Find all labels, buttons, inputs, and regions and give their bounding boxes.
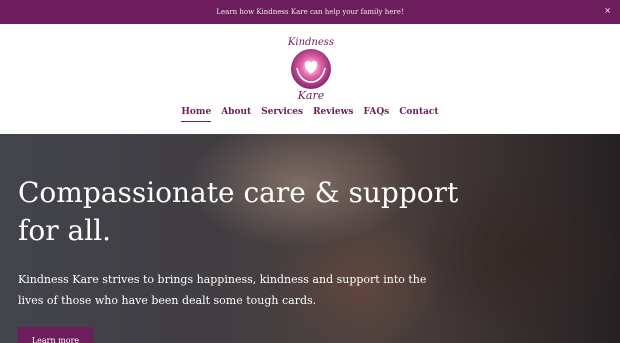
announcement-text[interactable]: Learn how Kindness Kare can help your fa… — [216, 8, 403, 16]
main-nav: Home About Services Reviews FAQs Contact — [0, 107, 620, 122]
hero-section: Compassionate care & support for all. Ki… — [0, 134, 620, 343]
nav-about[interactable]: About — [221, 107, 251, 122]
learn-more-button[interactable]: Learn more — [18, 327, 93, 343]
hero-heading: Compassionate care & support for all. — [18, 176, 459, 247]
nav-home[interactable]: Home — [181, 107, 212, 122]
logo-text-top: Kindness — [287, 37, 334, 48]
kindness-kare-logo[interactable]: Kindness Kare — [283, 34, 339, 102]
close-icon[interactable]: × — [604, 6, 611, 15]
nav-reviews[interactable]: Reviews — [313, 107, 353, 122]
site-header: Kindness Kare Home About Services Review… — [0, 24, 620, 134]
logo-text-bottom: Kare — [297, 89, 325, 102]
logo-graphic: Kindness Kare — [287, 37, 334, 102]
announcement-bar[interactable]: Learn how Kindness Kare can help your fa… — [0, 0, 620, 24]
nav-contact[interactable]: Contact — [399, 107, 438, 122]
nav-services[interactable]: Services — [261, 107, 303, 122]
nav-faqs[interactable]: FAQs — [363, 107, 389, 122]
hero-body: Kindness Kare strives to brings happines… — [18, 273, 427, 307]
